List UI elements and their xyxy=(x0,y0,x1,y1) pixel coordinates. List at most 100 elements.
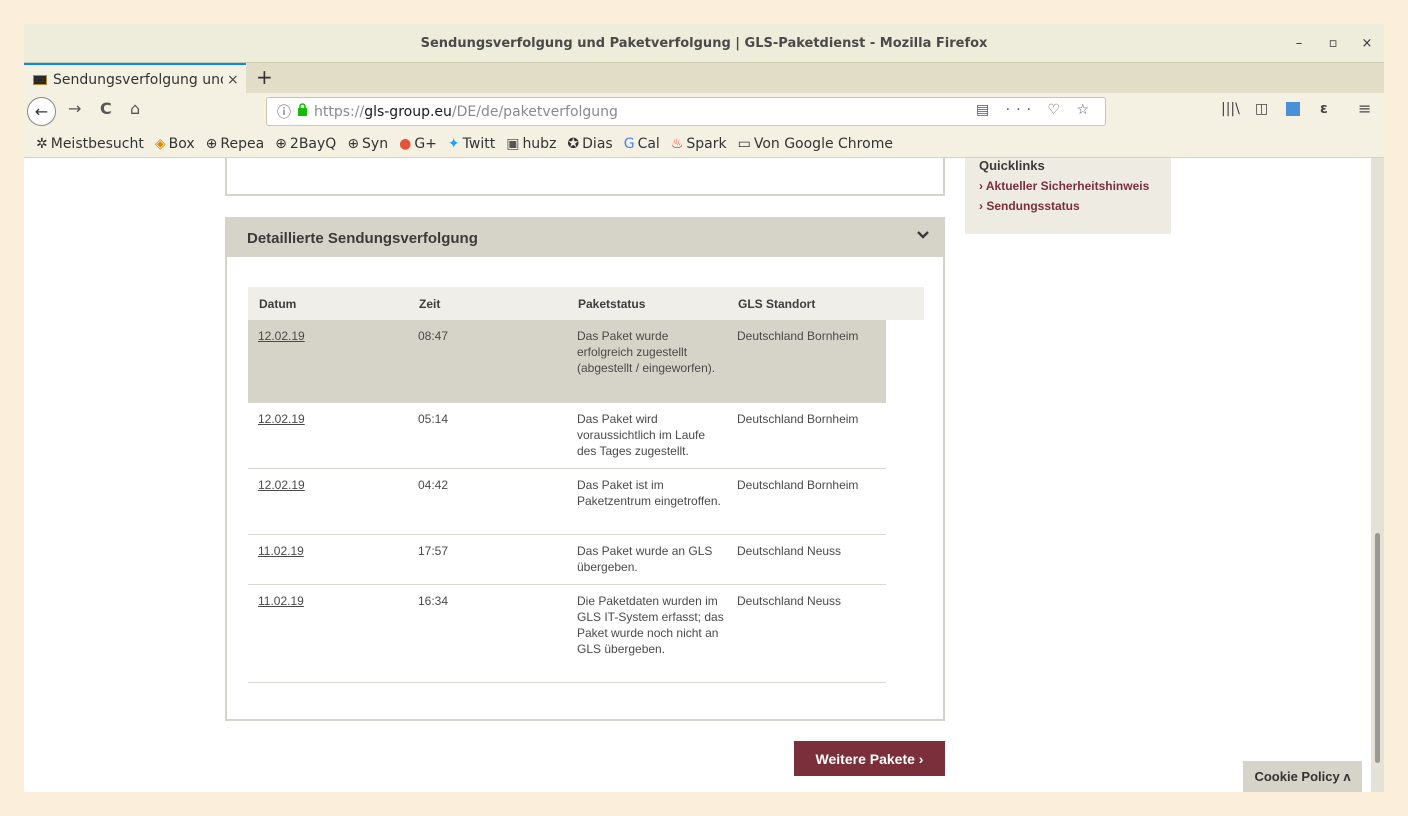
tracking-panel: Detaillierte Sendungsverfolgung Datum Ze… xyxy=(225,217,945,721)
scrollbar-thumb[interactable] xyxy=(1375,533,1380,763)
back-button[interactable]: ← xyxy=(27,97,56,126)
globe-icon: ⊕ xyxy=(205,135,218,152)
tab-title: Sendungsverfolgung und xyxy=(53,71,223,88)
bookmark-item[interactable]: ♨ Spark xyxy=(671,136,727,152)
quicklink-shipment-status[interactable]: › Sendungsstatus xyxy=(979,199,1171,213)
date-cell[interactable]: 11.02.19 xyxy=(248,584,408,683)
date-cell[interactable]: 11.02.19 xyxy=(248,534,408,585)
bookmark-item[interactable]: ⊕ 2BayQ xyxy=(275,136,336,152)
location-cell: Deutschland Bornheim xyxy=(727,402,886,469)
globe-icon: ⊕ xyxy=(275,135,287,152)
table-header-row: Datum Zeit Paketstatus GLS Standort xyxy=(248,287,924,320)
close-window-button[interactable]: × xyxy=(1350,36,1384,51)
bookmarks-toolbar: ✲ Meistbesucht ◈ Box ⊕ Repea ⊕ 2BayQ ⊕ Syn ● G… xyxy=(24,130,1384,158)
quicklinks-box: Quicklinks › Aktueller Sicherheitshinwei… xyxy=(965,158,1171,234)
lock-icon xyxy=(297,103,308,120)
chevron-down-icon[interactable] xyxy=(917,229,929,244)
bookmark-icon: ✲ xyxy=(36,135,48,152)
status-cell: Das Paket wird voraussichtlich im Laufe … xyxy=(567,402,727,469)
time-cell: 17:57 xyxy=(408,534,567,585)
close-tab-icon[interactable]: × xyxy=(227,72,239,88)
bookmark-item[interactable]: ✪ Dias xyxy=(567,136,612,152)
cookie-policy-button[interactable]: Cookie Policy ʌ xyxy=(1243,761,1362,792)
url-bar[interactable]: ⓘ https://gls-group.eu/DE/de/paketverfol… xyxy=(266,97,1106,126)
dias-icon: ✪ xyxy=(567,135,580,152)
panel-header[interactable]: Detaillierte Sendungsverfolgung xyxy=(227,219,943,257)
library-icon[interactable]: |||\ xyxy=(1221,101,1240,117)
bookmark-item[interactable]: ✦ Twitt xyxy=(448,136,495,152)
date-cell[interactable]: 12.02.19 xyxy=(248,320,408,403)
twitter-icon: ✦ xyxy=(447,135,460,152)
new-tab-button[interactable]: + xyxy=(256,65,273,89)
quicklink-security-notice[interactable]: › Aktueller Sicherheitshinweis xyxy=(979,179,1171,193)
quicklinks-title: Quicklinks xyxy=(979,158,1045,173)
location-cell: Deutschland Neuss xyxy=(727,584,886,683)
window-controls: – ▫ × xyxy=(1282,24,1384,62)
url-host: gls-group.eu xyxy=(364,103,452,120)
status-cell: Das Paket wurde an GLS übergeben. xyxy=(567,534,727,585)
menu-icon[interactable]: ≡ xyxy=(1358,99,1371,118)
time-cell: 05:14 xyxy=(408,402,567,469)
column-header-date: Datum xyxy=(248,287,408,320)
bookmark-item[interactable]: ◈ Box xyxy=(155,136,195,152)
status-cell: Die Paketdaten wurden im GLS IT-System e… xyxy=(567,584,727,683)
globe-icon: ⊕ xyxy=(347,135,360,152)
bookmark-item[interactable]: ⊕ Syn xyxy=(347,136,388,152)
date-cell[interactable]: 12.02.19 xyxy=(248,468,408,535)
bookmark-item[interactable]: ● G+ xyxy=(399,136,437,152)
table-row: 11.02.19 16:34 Die Paketdaten wurden im … xyxy=(248,584,924,683)
column-header-spacer xyxy=(886,287,924,320)
google-plus-icon: ● xyxy=(399,135,412,152)
previous-section-box xyxy=(225,158,945,196)
location-cell: Deutschland Neuss xyxy=(727,534,886,585)
window-title: Sendungsverfolgung und Paketverfolgung |… xyxy=(420,35,988,51)
date-cell[interactable]: 12.02.19 xyxy=(248,402,408,469)
panel-title: Detaillierte Sendungsverfolgung xyxy=(247,229,478,247)
column-header-location: GLS Standort xyxy=(727,287,886,320)
page-actions-icon[interactable]: ▤ ··· ♡ ☆ xyxy=(976,102,1095,118)
bookmark-item[interactable]: ⊕ Repea xyxy=(206,136,265,152)
bookmark-folder[interactable]: ▭ Von Google Chrome xyxy=(738,136,893,152)
folder-icon: ▭ xyxy=(737,135,751,152)
minimize-button[interactable]: – xyxy=(1282,36,1316,51)
gnome-extension-icon[interactable]: ɛ xyxy=(1320,101,1328,117)
bookmark-item[interactable]: G Cal xyxy=(624,136,660,152)
status-cell: Das Paket wurde erfolgreich zugestellt (… xyxy=(567,320,727,403)
status-cell: Das Paket ist im Paketzentrum eingetroff… xyxy=(567,468,727,535)
hubz-icon: ▣ xyxy=(506,135,520,152)
tab-gls-tracking[interactable]: Sendungsverfolgung und × xyxy=(24,63,246,94)
table-row: 12.02.19 08:47 Das Paket wurde erfolgrei… xyxy=(248,320,924,403)
bookmark-icon: ◈ xyxy=(154,135,166,152)
site-info-icon[interactable]: ⓘ xyxy=(277,102,291,122)
url-path: /DE/de/paketverfolgung xyxy=(451,103,618,120)
spark-icon: ♨ xyxy=(670,135,684,152)
home-button[interactable]: ⌂ xyxy=(130,99,140,118)
google-icon: G xyxy=(623,135,635,152)
tab-bar: Sendungsverfolgung und × + xyxy=(24,62,1384,94)
table-row: 12.02.19 05:14 Das Paket wird voraussich… xyxy=(248,402,924,469)
time-cell: 04:42 xyxy=(408,468,567,535)
gls-favicon-icon xyxy=(33,74,47,85)
sidebar-icon[interactable]: ◫ xyxy=(1255,101,1268,117)
title-bar: Sendungsverfolgung und Paketverfolgung |… xyxy=(24,24,1384,62)
url-scheme: https:// xyxy=(314,103,365,120)
column-header-time: Zeit xyxy=(408,287,567,320)
forward-button[interactable]: → xyxy=(68,99,81,118)
page-content: Quicklinks › Aktueller Sicherheitshinwei… xyxy=(24,158,1384,792)
table-row: 12.02.19 04:42 Das Paket ist im Paketzen… xyxy=(248,468,924,535)
extension-icon[interactable] xyxy=(1286,102,1300,116)
more-packages-button[interactable]: Weitere Pakete › xyxy=(794,741,945,776)
browser-window: Sendungsverfolgung und Paketverfolgung |… xyxy=(24,24,1384,792)
time-cell: 08:47 xyxy=(408,320,567,403)
table-row: 11.02.19 17:57 Das Paket wurde an GLS üb… xyxy=(248,534,924,585)
tracking-table: Datum Zeit Paketstatus GLS Standort 12.0… xyxy=(248,287,924,683)
column-header-status: Paketstatus xyxy=(567,287,727,320)
location-cell: Deutschland Bornheim xyxy=(727,320,886,403)
bookmark-item[interactable]: ✲ Meistbesucht xyxy=(36,136,144,152)
location-cell: Deutschland Bornheim xyxy=(727,468,886,535)
scrollbar[interactable] xyxy=(1371,158,1384,792)
maximize-button[interactable]: ▫ xyxy=(1316,36,1350,51)
bookmark-item[interactable]: ▣ hubz xyxy=(506,136,556,152)
reload-button[interactable]: C xyxy=(100,99,112,118)
navigation-bar: ← → C ⌂ ⓘ https://gls-group.eu/DE/de/pak… xyxy=(24,93,1384,130)
